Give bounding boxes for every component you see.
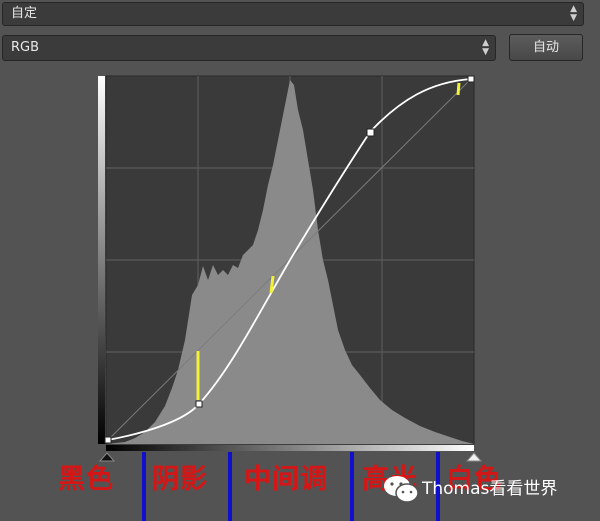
updown-arrows-icon: ▲ ▼ [482, 38, 489, 57]
curve-point-highlight[interactable] [366, 128, 375, 137]
curve-point-white[interactable] [467, 75, 475, 83]
curves-graph[interactable] [0, 70, 600, 470]
wechat-icon [384, 476, 419, 503]
input-gradient-bar [106, 445, 474, 451]
curve-point-black[interactable] [104, 436, 112, 444]
channel-select[interactable]: RGB ▲ ▼ [2, 35, 496, 61]
updown-arrows-icon: ▲ ▼ [570, 4, 577, 23]
preset-value: 自定 [11, 6, 38, 21]
curve-point-shadow[interactable] [195, 400, 203, 408]
zone-label-midtones: 中间调 [244, 464, 328, 495]
zone-divider [142, 452, 146, 521]
preset-select[interactable]: 自定 ▲ ▼ [2, 2, 584, 26]
output-gradient-bar [98, 76, 105, 444]
auto-button[interactable]: 自动 [509, 34, 583, 61]
watermark-text: Thomas看看世界 [422, 479, 558, 499]
zone-label-shadows: 阴影 [152, 464, 208, 495]
channel-value: RGB [11, 40, 40, 55]
zone-label-black: 黑色 [58, 464, 114, 495]
zone-divider [350, 452, 354, 521]
zone-divider [228, 452, 232, 521]
